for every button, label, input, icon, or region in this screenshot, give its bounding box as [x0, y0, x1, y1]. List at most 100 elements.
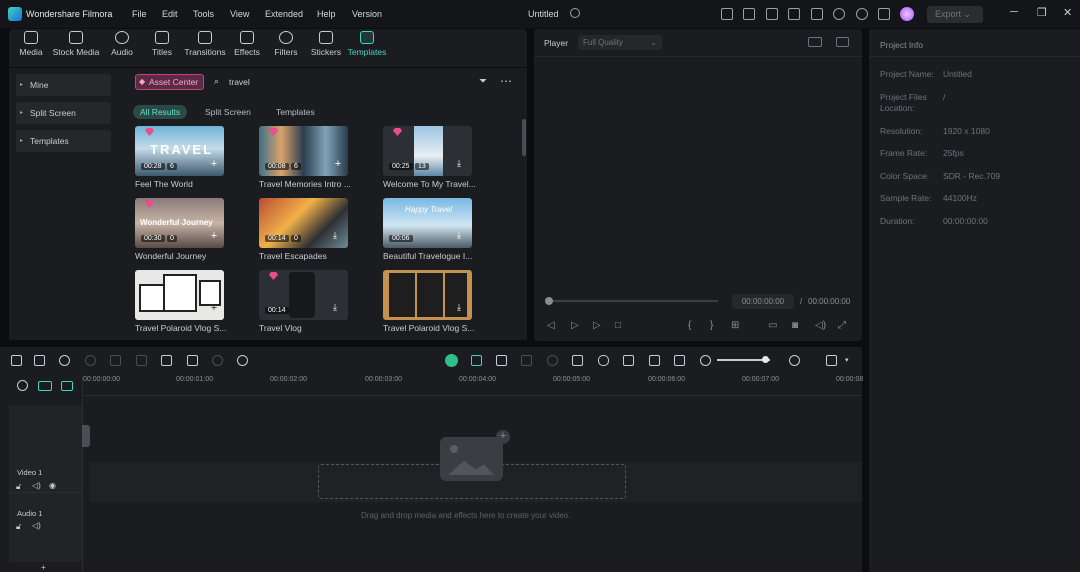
- camera-icon[interactable]: ◙: [792, 320, 798, 331]
- mute-icon[interactable]: ◁): [32, 481, 41, 490]
- tab-templates[interactable]: Templates: [346, 31, 388, 57]
- add-icon[interactable]: +: [208, 159, 220, 171]
- template-card[interactable]: 00:25 13 ⤓: [383, 126, 472, 176]
- audio-mix-icon[interactable]: [623, 355, 634, 366]
- zoom-in-icon[interactable]: [789, 355, 800, 366]
- restore-icon[interactable]: ❐: [1037, 6, 1047, 19]
- gift-icon[interactable]: [721, 8, 733, 20]
- panel-divider[interactable]: [0, 341, 863, 346]
- template-card[interactable]: Happy Travel 00:06 ⤓: [383, 198, 472, 248]
- menu-edit[interactable]: Edit: [162, 9, 178, 19]
- undo-icon[interactable]: [59, 355, 70, 366]
- monitor-icon[interactable]: [788, 8, 800, 20]
- chevron-down-icon[interactable]: ▾: [845, 356, 849, 364]
- stabilize-icon[interactable]: [547, 355, 558, 366]
- tab-transitions[interactable]: Transitions: [183, 31, 227, 57]
- tab-media[interactable]: Media: [13, 31, 49, 57]
- add-video-track-icon[interactable]: [38, 381, 52, 391]
- volume-icon[interactable]: ◁): [815, 320, 826, 331]
- template-card[interactable]: Wonderful Journey 00:30 0 +: [135, 198, 224, 248]
- play-frame-icon[interactable]: ▷: [571, 320, 579, 331]
- template-card[interactable]: 00:14 0 ⤓: [259, 198, 348, 248]
- pip-icon[interactable]: [649, 355, 660, 366]
- export-button[interactable]: Export ⌄: [927, 6, 983, 23]
- sidebar-item-templates[interactable]: Templates: [16, 130, 111, 152]
- mark-out-icon[interactable]: }: [710, 320, 713, 331]
- template-card[interactable]: TRAVEL 00:28 6 +: [135, 126, 224, 176]
- tab-audio[interactable]: Audio: [104, 31, 140, 57]
- scissors-icon[interactable]: [136, 355, 147, 366]
- grid-apps-icon[interactable]: [878, 8, 890, 20]
- add-track-icon[interactable]: +: [41, 563, 46, 572]
- filter-all-results[interactable]: All Results: [133, 105, 188, 119]
- tab-filters[interactable]: Filters: [268, 31, 304, 57]
- track-settings-icon[interactable]: [826, 355, 837, 366]
- microphone-icon[interactable]: [598, 355, 609, 366]
- tab-stock-media[interactable]: Stock Media: [52, 31, 100, 57]
- filter-templates[interactable]: Templates: [276, 105, 315, 119]
- panel-divider[interactable]: [863, 28, 868, 572]
- zoom-out-icon[interactable]: [700, 355, 711, 366]
- close-icon[interactable]: ✕: [1063, 6, 1072, 19]
- select-tool-icon[interactable]: [34, 355, 45, 366]
- menu-extended[interactable]: Extended: [265, 9, 303, 19]
- download-icon[interactable]: ⤓: [333, 302, 337, 313]
- speed-icon[interactable]: [237, 355, 248, 366]
- cloud-upload-icon[interactable]: [833, 8, 845, 20]
- lock-icon[interactable]: 🔓︎: [16, 482, 21, 492]
- headset-icon[interactable]: [856, 8, 868, 20]
- color-icon[interactable]: [212, 355, 223, 366]
- feedback-icon[interactable]: [766, 8, 778, 20]
- auto-reframe-icon[interactable]: [496, 355, 507, 366]
- menu-file[interactable]: File: [132, 9, 147, 19]
- download-icon[interactable]: ⤓: [457, 302, 461, 313]
- fullscreen-icon[interactable]: ⤢: [838, 320, 846, 331]
- filter-split-screen[interactable]: Split Screen: [205, 105, 251, 119]
- template-card[interactable]: ⤓: [383, 270, 472, 320]
- add-icon[interactable]: +: [208, 231, 220, 243]
- redo-icon[interactable]: [85, 355, 96, 366]
- search-input[interactable]: travel: [229, 77, 250, 87]
- download-icon[interactable]: ⤓: [457, 230, 461, 241]
- tab-titles[interactable]: Titles: [144, 31, 180, 57]
- snap-icon[interactable]: [471, 355, 482, 366]
- browser-scrollbar[interactable]: [522, 119, 526, 156]
- snapshot-view-icon[interactable]: [836, 37, 849, 47]
- lock-icon[interactable]: 🔓︎: [16, 522, 21, 532]
- mark-in-icon[interactable]: {: [688, 320, 691, 331]
- play-icon[interactable]: ▷: [593, 320, 601, 331]
- playback-progress-bar[interactable]: [548, 300, 718, 302]
- quality-select[interactable]: Full Quality ⌄: [578, 35, 662, 50]
- sidebar-item-split-screen[interactable]: Split Screen: [16, 102, 111, 124]
- add-media-icon[interactable]: +: [496, 430, 510, 444]
- compare-view-icon[interactable]: [808, 37, 822, 47]
- delete-icon[interactable]: [110, 355, 121, 366]
- ai-assistant-icon[interactable]: [445, 354, 458, 367]
- save-icon[interactable]: [811, 8, 823, 20]
- download-icon[interactable]: ⤓: [333, 230, 337, 241]
- asset-center-button[interactable]: ◆ Asset Center: [135, 74, 204, 90]
- display-icon[interactable]: ▭: [768, 320, 777, 331]
- lightbulb-icon[interactable]: [743, 8, 755, 20]
- tab-stickers[interactable]: Stickers: [308, 31, 344, 57]
- menu-view[interactable]: View: [230, 9, 249, 19]
- link-icon[interactable]: [17, 380, 28, 391]
- fit-icon[interactable]: [674, 355, 685, 366]
- scene-detect-icon[interactable]: [521, 355, 532, 366]
- minimize-icon[interactable]: ─: [1010, 6, 1018, 18]
- mute-icon[interactable]: ◁): [32, 521, 41, 530]
- playhead-handle[interactable]: [545, 297, 553, 305]
- download-icon[interactable]: ⤓: [457, 158, 461, 169]
- sidebar-item-mine[interactable]: Mine: [16, 74, 111, 96]
- panel-divider[interactable]: [528, 28, 533, 342]
- menu-tools[interactable]: Tools: [193, 9, 214, 19]
- crop-icon[interactable]: [187, 355, 198, 366]
- add-audio-track-icon[interactable]: [61, 381, 73, 391]
- add-icon[interactable]: +: [332, 159, 344, 171]
- menu-version[interactable]: Version: [352, 9, 382, 19]
- previous-frame-icon[interactable]: ◁: [547, 320, 555, 331]
- avatar[interactable]: [900, 7, 914, 21]
- template-card[interactable]: 00:08 6 +: [259, 126, 348, 176]
- template-card[interactable]: +: [135, 270, 224, 320]
- tab-effects[interactable]: Effects: [229, 31, 265, 57]
